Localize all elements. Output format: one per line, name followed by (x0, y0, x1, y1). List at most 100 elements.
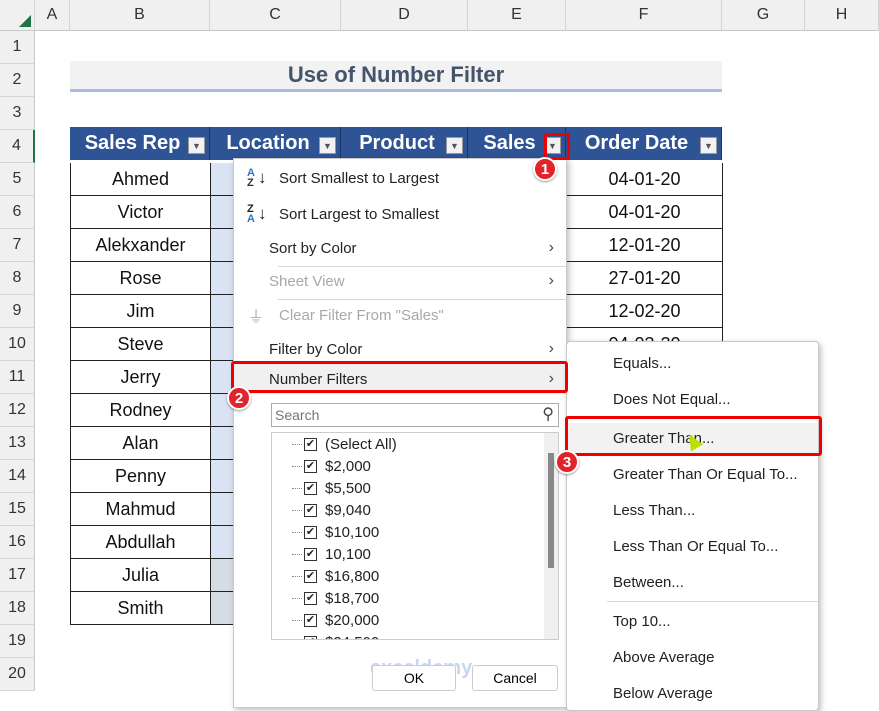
submenu-item[interactable]: Greater Than Or Equal To... (567, 459, 818, 489)
sales-rep-cell[interactable]: Julia (70, 559, 211, 592)
value-checkbox[interactable]: ✔$24,500 (292, 631, 379, 639)
filter-dropdown-button[interactable]: ▼ (319, 137, 336, 154)
row-header-11[interactable]: 11 (0, 361, 35, 394)
row-header-17[interactable]: 17 (0, 559, 35, 592)
sales-rep-cell[interactable]: Mahmud (70, 493, 211, 526)
sales-rep-cell[interactable]: Rodney (70, 394, 211, 427)
sales-rep-cell[interactable]: Steve (70, 328, 211, 361)
filter-dropdown-button[interactable]: ▼ (446, 137, 463, 154)
checkbox-checked-icon: ✔ (304, 613, 317, 627)
submenu-item[interactable]: Less Than Or Equal To... (567, 531, 818, 561)
row-header-16[interactable]: 16 (0, 526, 35, 559)
sales-rep-cell[interactable]: Smith (70, 592, 211, 625)
order-date-cell[interactable]: 04-01-20 (566, 196, 723, 229)
chevron-right-icon: › (548, 272, 554, 289)
order-date-cell[interactable]: 27-01-20 (566, 262, 723, 295)
sort-by-color[interactable]: Sort by Color › (234, 233, 566, 263)
submenu-item[interactable]: Between... (567, 567, 818, 597)
filter-dropdown-button[interactable]: ▼ (188, 137, 205, 154)
step-badge-1: 1 (533, 157, 557, 181)
search-icon: ⚲ (542, 406, 554, 423)
highlight-number-filters (231, 361, 568, 393)
row-header-2[interactable]: 2 (0, 64, 35, 97)
sales-rep-cell[interactable]: Alan (70, 427, 211, 460)
order-date-cell[interactable]: 12-02-20 (566, 295, 723, 328)
value-list: ✔ (Select All) ✔ $2,000 ✔ $5,500 ✔ $9,040 ✔ $10,1… (271, 432, 559, 640)
column-header-G[interactable]: G (722, 0, 805, 31)
value-checkbox[interactable]: ✔ $16,800 (292, 565, 379, 587)
value-checkbox[interactable]: ✔ 10,100 (292, 543, 371, 565)
row-header-12[interactable]: 12 (0, 394, 35, 427)
table-header: Product ▼ (341, 127, 468, 160)
clear-filter-icon: ⏚ (248, 309, 265, 326)
search-box[interactable]: ⚲ (271, 403, 559, 427)
value-checkbox[interactable]: ✔ $10,100 (292, 521, 379, 543)
filter-dropdown-button[interactable]: ▼ (700, 137, 717, 154)
column-header-C[interactable]: C (210, 0, 341, 31)
clear-filter: ⏚ Clear Filter From "Sales" (234, 300, 566, 330)
sort-descending[interactable]: Z A ↓ Sort Largest to Smallest (234, 199, 566, 229)
submenu-item[interactable]: Does Not Equal... (567, 384, 818, 414)
checkbox-checked-icon: ✔ (304, 503, 317, 517)
title-cell: Use of Number Filter (70, 61, 722, 92)
sort-ascending[interactable]: A Z ↓ Sort Smallest to Largest (234, 163, 566, 193)
submenu-item[interactable]: Top 10... (567, 606, 818, 636)
row-header-14[interactable]: 14 (0, 460, 35, 493)
chevron-right-icon: › (548, 239, 554, 256)
sheet-title: Use of Number Filter (287, 62, 505, 87)
value-checkbox[interactable]: ✔ (Select All) (292, 433, 397, 455)
sales-rep-cell[interactable]: Penny (70, 460, 211, 493)
row-header-6[interactable]: 6 (0, 196, 35, 229)
row-header-9[interactable]: 9 (0, 295, 35, 328)
value-checkbox[interactable]: ✔ $20,000 (292, 609, 379, 631)
sales-rep-cell[interactable]: Abdullah (70, 526, 211, 559)
checkbox-checked-icon: ✔ (304, 525, 317, 539)
sales-rep-cell[interactable]: Jim (70, 295, 211, 328)
checkbox-checked-icon: ✔ (304, 635, 317, 639)
column-header-A[interactable]: A (35, 0, 70, 31)
value-checkbox[interactable]: ✔ $5,500 (292, 477, 371, 499)
filter-by-color[interactable]: Filter by Color › (234, 334, 566, 364)
row-header-7[interactable]: 7 (0, 229, 35, 262)
row-header-20[interactable]: 20 (0, 658, 35, 691)
submenu-item[interactable]: Above Average (567, 642, 818, 672)
row-header-18[interactable]: 18 (0, 592, 35, 625)
checkbox-checked-icon: ✔ (304, 481, 317, 495)
row-header-19[interactable]: 19 (0, 625, 35, 658)
sales-rep-cell[interactable]: Jerry (70, 361, 211, 394)
search-input[interactable] (272, 407, 532, 423)
value-checkbox[interactable]: ✔ $2,000 (292, 455, 371, 477)
sales-rep-cell[interactable]: Rose (70, 262, 211, 295)
submenu-item[interactable]: Equals... (567, 348, 818, 378)
column-header-H[interactable]: H (805, 0, 879, 31)
submenu-item[interactable]: Less Than... (567, 495, 818, 525)
sales-rep-cell[interactable]: Alekxander (70, 229, 211, 262)
order-date-cell[interactable]: 12-01-20 (566, 229, 723, 262)
submenu-item[interactable]: Below Average (567, 678, 818, 708)
checkbox-checked-icon: ✔ (304, 569, 317, 583)
select-all-corner[interactable] (0, 0, 35, 31)
column-header-F[interactable]: F (566, 0, 722, 31)
ok-button[interactable]: OK (372, 665, 456, 691)
row-header-3[interactable]: 3 (0, 97, 35, 130)
row-header-13[interactable]: 13 (0, 427, 35, 460)
column-header-B[interactable]: B (70, 0, 210, 31)
cancel-button[interactable]: Cancel (472, 665, 558, 691)
value-checkbox[interactable]: ✔ $18,700 (292, 587, 379, 609)
row-header-10[interactable]: 10 (0, 328, 35, 361)
order-date-cell[interactable]: 04-01-20 (566, 163, 723, 196)
row-header-1[interactable]: 1 (0, 31, 35, 64)
row-header-5[interactable]: 5 (0, 163, 35, 196)
row-header-4[interactable]: 4 (0, 130, 35, 163)
sales-rep-cell[interactable]: Victor (70, 196, 211, 229)
sheet-view: Sheet View › (269, 272, 554, 290)
row-header-8[interactable]: 8 (0, 262, 35, 295)
sales-rep-cell[interactable]: Ahmed (70, 163, 211, 196)
row-header-15[interactable]: 15 (0, 493, 35, 526)
checkbox-checked-icon: ✔ (304, 437, 317, 451)
value-checkbox[interactable]: ✔ $9,040 (292, 499, 371, 521)
column-header-E[interactable]: E (468, 0, 566, 31)
column-header-D[interactable]: D (341, 0, 468, 31)
checkbox-checked-icon: ✔ (304, 591, 317, 605)
sort-za-icon: ZA (247, 203, 255, 225)
